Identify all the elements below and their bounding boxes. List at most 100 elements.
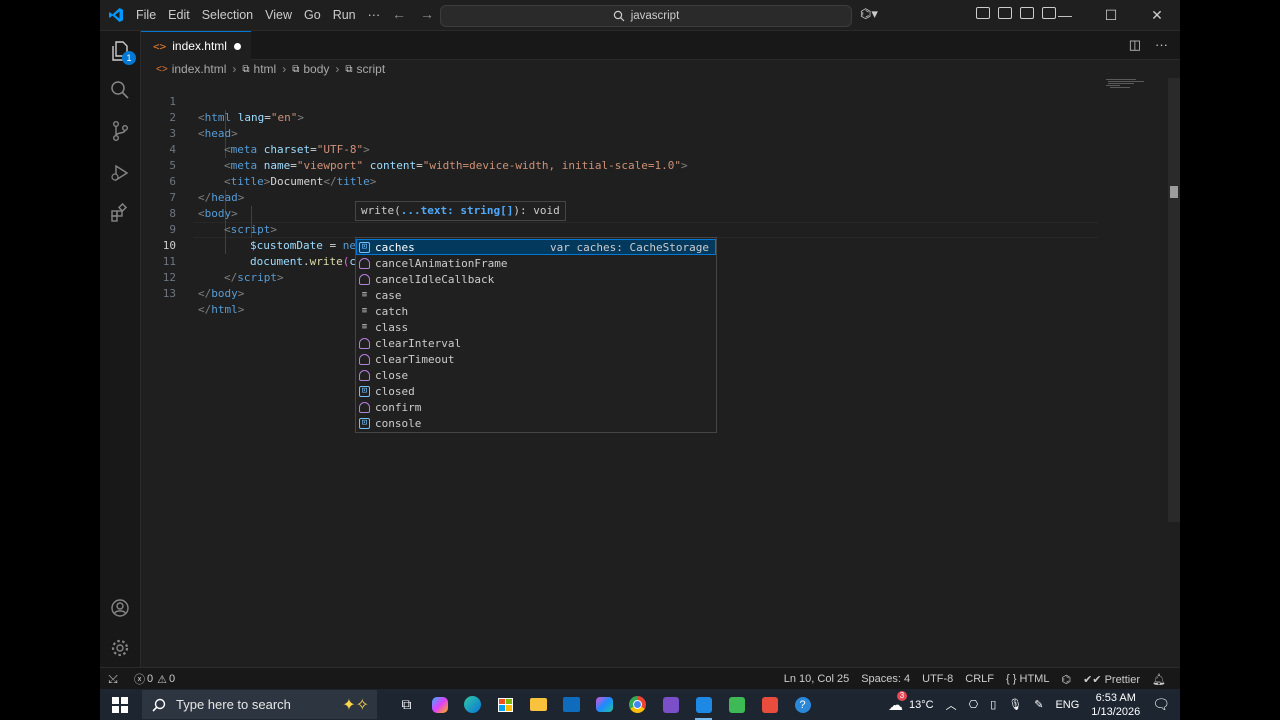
show-hidden-icons-chevron-up-icon[interactable]: ︿ <box>946 697 957 713</box>
close-icon[interactable]: ✕ <box>1134 0 1180 30</box>
search-view-icon[interactable] <box>108 78 132 102</box>
error-icon[interactable]: ⓧ <box>134 671 145 687</box>
windows-start-icon[interactable] <box>112 697 128 713</box>
chrome-icon[interactable] <box>621 689 654 720</box>
method-symbol-icon <box>359 337 370 349</box>
accounts-icon[interactable] <box>108 596 132 620</box>
suggestion-item[interactable]: ≡ case <box>356 287 716 303</box>
task-view-icon[interactable]: ⧉ <box>390 689 423 720</box>
clock[interactable]: 6:53 AM 1/13/2026 <box>1091 691 1140 719</box>
suggestion-label: confirm <box>375 400 422 414</box>
suggestion-item[interactable]: ⊡ console <box>356 415 716 431</box>
suggestion-item[interactable]: ≡ catch <box>356 303 716 319</box>
copilot-status-icon[interactable]: ⌬ <box>1061 673 1071 686</box>
source-control-icon[interactable] <box>108 119 132 143</box>
tab-label: index.html <box>172 39 227 53</box>
forward-arrow-icon[interactable]: → <box>420 6 434 22</box>
copilot-app-icon[interactable] <box>423 689 456 720</box>
copilot-sparkle-icon[interactable]: ✦✧ <box>342 695 369 715</box>
toggle-panel-icon[interactable] <box>1020 7 1034 19</box>
weather-widget[interactable]: ☁ 3 13°C <box>888 690 934 714</box>
copilot-icon[interactable]: ⌬▾ <box>860 6 878 22</box>
suggestion-item[interactable]: close <box>356 367 716 383</box>
microsoft-365-icon[interactable] <box>588 689 621 720</box>
menu-file[interactable]: File <box>130 8 162 22</box>
suggestion-label: cancelIdleCallback <box>375 272 495 286</box>
suggestion-item[interactable]: ⊡ caches var caches: CacheStorage <box>356 239 716 255</box>
warning-icon[interactable]: ⚠ <box>157 673 167 686</box>
menu-selection[interactable]: Selection <box>196 8 259 22</box>
element-icon: ⧉ <box>242 63 250 75</box>
visual-studio-icon[interactable] <box>654 689 687 720</box>
minimize-icon[interactable]: — <box>1042 0 1088 30</box>
windows-taskbar: Type here to search ✦✧ ⧉ ? ☁3 13°C ︿ ⎔ <box>100 689 1180 720</box>
explorer-badge: 1 <box>122 51 136 65</box>
weather-badge: 3 <box>897 690 907 701</box>
suggestion-item[interactable]: ⊡ closed <box>356 383 716 399</box>
suggestion-item[interactable]: clearInterval <box>356 335 716 351</box>
onedrive-icon[interactable]: ⎔ <box>969 698 979 711</box>
notifications-bell-icon[interactable]: 🔔︎ <box>1152 673 1166 686</box>
method-symbol-icon <box>359 401 370 413</box>
error-count[interactable]: 0 <box>147 673 153 685</box>
suggestion-item[interactable]: cancelAnimationFrame <box>356 255 716 271</box>
cursor-position[interactable]: Ln 10, Col 25 <box>784 673 849 685</box>
notification-center-icon[interactable]: 🗨︎ <box>1152 696 1170 713</box>
taskbar-search-placeholder: Type here to search <box>176 697 291 712</box>
language-mode[interactable]: { } HTML <box>1006 673 1049 685</box>
prettier-status[interactable]: ✔✔ Prettier <box>1083 673 1140 686</box>
breadcrumb-script[interactable]: script <box>357 62 386 76</box>
suggestion-item[interactable]: ≡ class <box>356 319 716 335</box>
phone-link-icon[interactable]: ▯ <box>990 698 996 711</box>
menu-run[interactable]: Run <box>327 8 362 22</box>
pen-icon[interactable]: ✎ <box>1034 698 1043 711</box>
split-editor-icon[interactable]: ◫ <box>1129 37 1141 53</box>
tab-index-html[interactable]: <> index.html <box>141 31 251 60</box>
extensions-icon[interactable] <box>108 201 132 225</box>
remote-icon[interactable]: ⤩ <box>100 672 126 687</box>
suggestion-label: clearInterval <box>375 336 462 350</box>
recorder-icon[interactable] <box>753 689 786 720</box>
suggestion-item[interactable]: cancelIdleCallback <box>356 271 716 287</box>
menu-edit[interactable]: Edit <box>162 8 196 22</box>
signature-suffix: ): void <box>513 204 560 217</box>
microphone-icon[interactable]: 🎙︎ <box>1008 698 1022 711</box>
help-icon[interactable]: ? <box>786 689 819 720</box>
taskbar-search-box[interactable]: Type here to search ✦✧ <box>142 690 377 719</box>
menu-more[interactable]: ··· <box>362 8 387 22</box>
suggestion-item[interactable]: clearTimeout <box>356 351 716 367</box>
more-actions-icon[interactable]: ··· <box>1155 37 1168 53</box>
suggestion-item[interactable]: confirm <box>356 399 716 415</box>
explorer-icon[interactable]: 1 <box>108 39 136 65</box>
end-of-line[interactable]: CRLF <box>965 673 994 685</box>
minimap[interactable] <box>1106 79 1146 89</box>
edge-icon[interactable] <box>456 689 489 720</box>
html-file-icon: <> <box>153 39 167 53</box>
outlook-icon[interactable] <box>555 689 588 720</box>
toggle-primary-sidebar-icon[interactable] <box>998 7 1012 19</box>
vscode-taskbar-icon[interactable] <box>687 689 720 720</box>
breadcrumb-body[interactable]: body <box>303 62 329 76</box>
manage-gear-icon[interactable] <box>108 636 132 660</box>
breadcrumb-html[interactable]: html <box>254 62 277 76</box>
signature-active-param: ...text: string[] <box>400 204 514 217</box>
customize-layout-icon[interactable] <box>976 7 990 19</box>
menu-go[interactable]: Go <box>298 8 327 22</box>
breadcrumb-file[interactable]: index.html <box>172 62 227 76</box>
unsaved-dot-icon[interactable] <box>234 42 241 50</box>
indentation[interactable]: Spaces: 4 <box>861 673 910 685</box>
run-debug-icon[interactable] <box>108 161 132 185</box>
file-explorer-icon[interactable] <box>522 689 555 720</box>
back-arrow-icon[interactable]: ← <box>392 6 406 22</box>
maximize-icon[interactable]: ☐ <box>1088 0 1134 30</box>
nav-arrows: ← → <box>392 6 434 22</box>
microsoft-store-icon[interactable] <box>489 689 522 720</box>
encoding[interactable]: UTF-8 <box>922 673 953 685</box>
vertical-scrollbar[interactable] <box>1168 78 1180 522</box>
camtasia-icon[interactable] <box>720 689 753 720</box>
menu-view[interactable]: View <box>259 8 298 22</box>
command-center-search[interactable]: javascript <box>440 5 852 27</box>
warning-count[interactable]: 0 <box>169 673 175 685</box>
input-language[interactable]: ENG <box>1055 699 1079 711</box>
line-number: 13 <box>162 287 176 300</box>
